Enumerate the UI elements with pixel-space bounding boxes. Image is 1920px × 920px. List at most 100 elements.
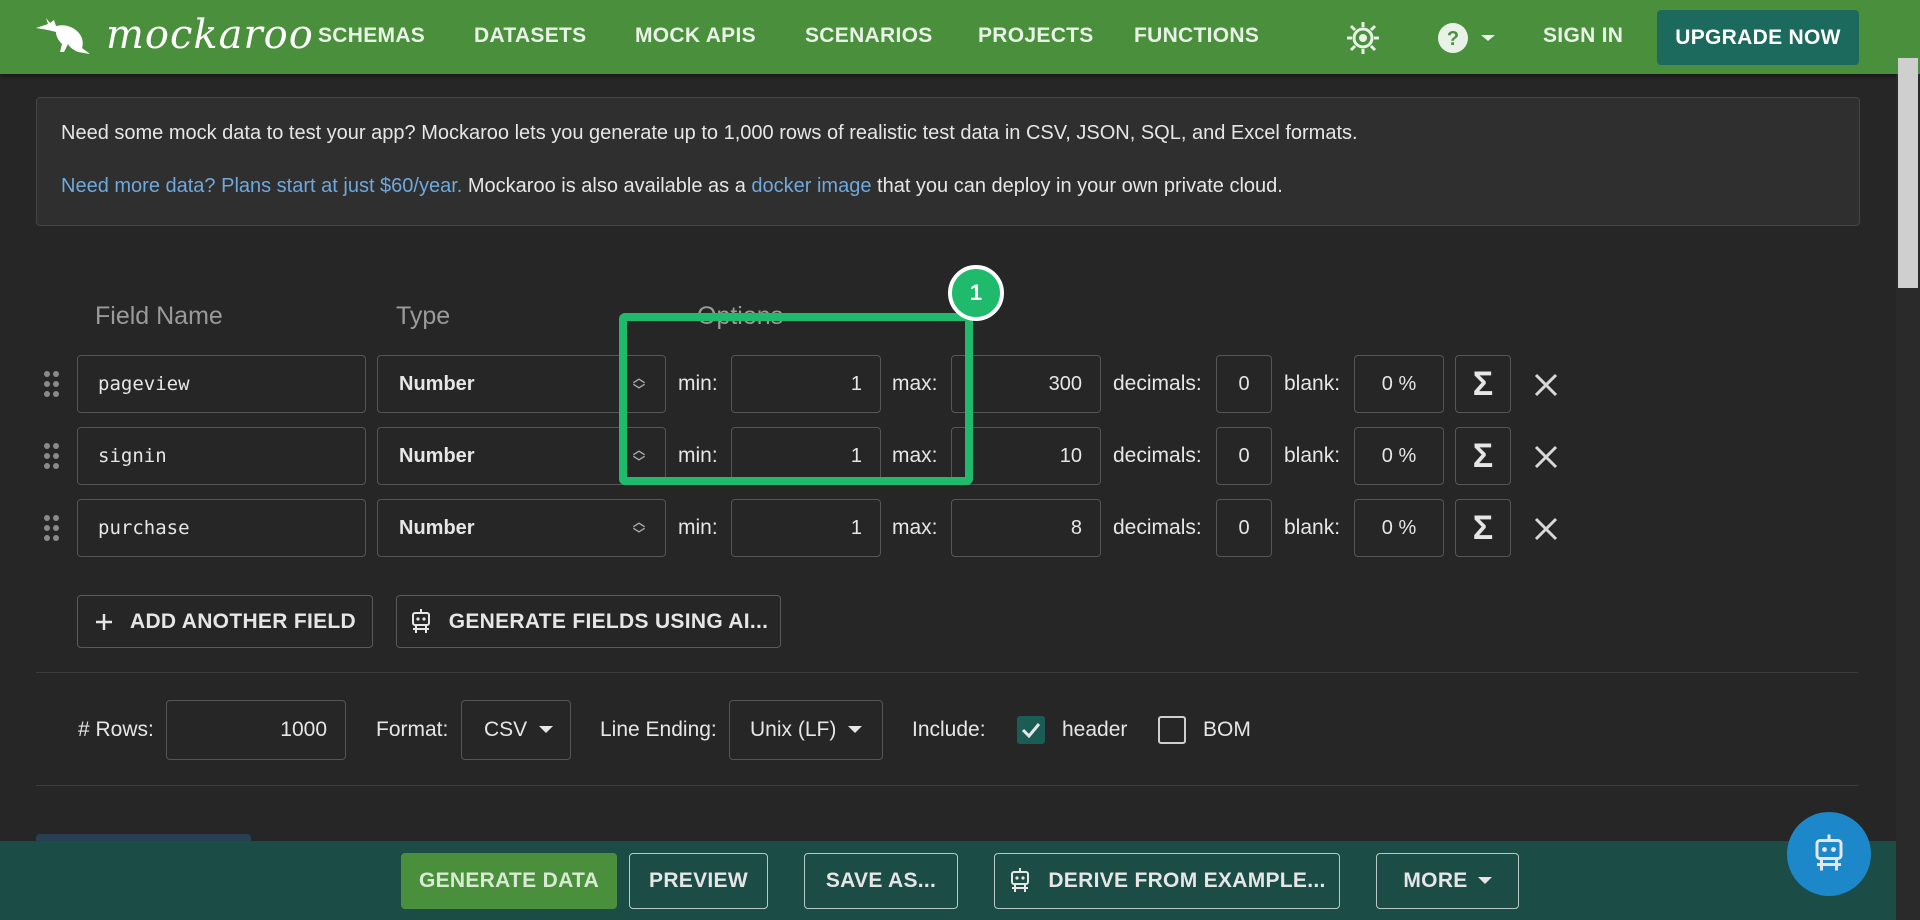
more-menu-button[interactable]: MORE bbox=[1376, 853, 1519, 909]
sign-in-link[interactable]: SIGN IN bbox=[1543, 24, 1623, 48]
drag-handle-icon[interactable] bbox=[44, 443, 62, 471]
more-label: MORE bbox=[1403, 869, 1468, 892]
remove-field-icon[interactable] bbox=[1531, 442, 1561, 472]
generate-fields-ai-button[interactable]: GENERATE FIELDS USING AI... bbox=[396, 595, 781, 648]
nav-projects[interactable]: PROJECTS bbox=[978, 24, 1094, 48]
help-menu[interactable]: ? bbox=[1437, 22, 1497, 54]
header-checkbox[interactable] bbox=[1017, 716, 1045, 744]
caret-down-icon bbox=[539, 726, 554, 733]
blank-input[interactable]: 0 % bbox=[1354, 499, 1444, 557]
plus-icon bbox=[96, 613, 112, 630]
scrollbar-thumb[interactable] bbox=[1898, 58, 1918, 288]
drag-handle-icon[interactable] bbox=[44, 515, 62, 543]
decimals-input[interactable]: 0 bbox=[1216, 427, 1272, 485]
kangaroo-icon bbox=[36, 18, 90, 54]
bom-checkbox[interactable] bbox=[1158, 716, 1186, 744]
nav-scenarios[interactable]: SCENARIOS bbox=[805, 24, 933, 48]
robot-icon bbox=[1011, 868, 1030, 892]
preview-button[interactable]: PREVIEW bbox=[629, 853, 768, 909]
rows-input[interactable]: 1000 bbox=[166, 700, 346, 760]
field-name-input[interactable]: signin bbox=[77, 427, 366, 485]
type-value: Number bbox=[399, 516, 475, 539]
info-text-2: Need more data? Plans start at just $60/… bbox=[61, 175, 1283, 198]
docker-image-link[interactable]: docker image bbox=[751, 175, 871, 197]
decimals-label: decimals: bbox=[1113, 372, 1202, 395]
info-panel: Need some mock data to test your app? Mo… bbox=[36, 97, 1860, 226]
caret-down-icon bbox=[848, 726, 863, 733]
line-ending-label: Line Ending: bbox=[600, 718, 717, 741]
generate-data-button[interactable]: GENERATE DATA bbox=[401, 853, 617, 909]
info-text-end: that you can deploy in your own private … bbox=[871, 175, 1283, 197]
robot-icon bbox=[1815, 834, 1843, 871]
step-badge: 1 bbox=[948, 265, 1004, 321]
format-value: CSV bbox=[484, 718, 528, 741]
min-label: min: bbox=[678, 516, 718, 539]
include-label: Include: bbox=[912, 718, 986, 741]
formula-button[interactable]: Σ bbox=[1455, 355, 1511, 413]
theme-toggle-icon[interactable] bbox=[1346, 21, 1380, 55]
sigma-icon: Σ bbox=[1472, 436, 1494, 475]
col-field-name: Field Name bbox=[95, 302, 223, 330]
help-icon: ? bbox=[1438, 23, 1468, 53]
upgrade-now-button[interactable]: UPGRADE NOW bbox=[1657, 10, 1859, 65]
blank-label: blank: bbox=[1284, 372, 1341, 395]
col-type: Type bbox=[396, 302, 451, 330]
nav-datasets[interactable]: DATASETS bbox=[474, 24, 586, 48]
nav-schemas[interactable]: SCHEMAS bbox=[318, 24, 425, 48]
blank-label: blank: bbox=[1284, 444, 1341, 467]
formula-button[interactable]: Σ bbox=[1455, 499, 1511, 557]
caret-down-icon bbox=[1477, 877, 1492, 884]
select-arrows-icon: ︿ ﹀ bbox=[632, 515, 645, 541]
add-field-label: ADD ANOTHER FIELD bbox=[130, 609, 356, 633]
pricing-link[interactable]: Need more data? Plans start at just $60/… bbox=[61, 175, 462, 197]
type-select[interactable]: Number ︿ ﹀ bbox=[377, 499, 666, 557]
line-ending-select[interactable]: Unix (LF) bbox=[729, 700, 883, 760]
svg-text:?: ? bbox=[1447, 28, 1459, 50]
bom-checkbox-label: BOM bbox=[1203, 718, 1251, 741]
ai-assistant-button[interactable] bbox=[1787, 812, 1871, 896]
type-value: Number bbox=[399, 444, 475, 467]
brand-name: mockaroo bbox=[106, 12, 314, 58]
type-value: Number bbox=[399, 372, 475, 395]
max-input[interactable]: 8 bbox=[951, 499, 1101, 557]
divider bbox=[36, 672, 1858, 673]
sigma-icon: Σ bbox=[1472, 364, 1494, 403]
decimals-input[interactable]: 0 bbox=[1216, 499, 1272, 557]
rows-label: # Rows: bbox=[78, 718, 154, 741]
drag-handle-icon[interactable] bbox=[44, 371, 62, 399]
chevron-down-icon bbox=[1481, 35, 1495, 41]
info-text: Need some mock data to test your app? Mo… bbox=[61, 122, 1358, 144]
blank-input[interactable]: 0 % bbox=[1354, 427, 1444, 485]
decimals-label: decimals: bbox=[1113, 516, 1202, 539]
divider bbox=[36, 785, 1858, 786]
derive-from-example-button[interactable]: DERIVE FROM EXAMPLE... bbox=[994, 853, 1340, 909]
line-ending-value: Unix (LF) bbox=[750, 718, 837, 741]
format-select[interactable]: CSV bbox=[461, 700, 571, 760]
sigma-icon: Σ bbox=[1472, 508, 1494, 547]
info-text-mid: Mockaroo is also available as a bbox=[462, 175, 752, 197]
header-checkbox-label: header bbox=[1062, 718, 1128, 741]
generate-ai-label: GENERATE FIELDS USING AI... bbox=[448, 609, 769, 633]
nav-mock-apis[interactable]: MOCK APIS bbox=[635, 24, 756, 48]
decimals-input[interactable]: 0 bbox=[1216, 355, 1272, 413]
formula-button[interactable]: Σ bbox=[1455, 427, 1511, 485]
derive-label: DERIVE FROM EXAMPLE... bbox=[1048, 869, 1326, 892]
max-input[interactable]: 10 bbox=[951, 427, 1101, 485]
checkmark-icon bbox=[1021, 723, 1041, 739]
remove-field-icon[interactable] bbox=[1531, 370, 1561, 400]
field-name-input[interactable]: pageview bbox=[77, 355, 366, 413]
decimals-label: decimals: bbox=[1113, 444, 1202, 467]
nav-functions[interactable]: FUNCTIONS bbox=[1134, 24, 1259, 48]
highlight-box bbox=[619, 313, 973, 485]
remove-field-icon[interactable] bbox=[1531, 514, 1561, 544]
max-label: max: bbox=[892, 516, 938, 539]
max-input[interactable]: 300 bbox=[951, 355, 1101, 413]
save-as-button[interactable]: SAVE AS... bbox=[804, 853, 958, 909]
add-another-field-button[interactable]: ADD ANOTHER FIELD bbox=[77, 595, 373, 648]
blank-input[interactable]: 0 % bbox=[1354, 355, 1444, 413]
blank-label: blank: bbox=[1284, 516, 1341, 539]
min-input[interactable]: 1 bbox=[731, 499, 881, 557]
brand-logo[interactable]: mockaroo bbox=[34, 14, 314, 56]
field-name-input[interactable]: purchase bbox=[77, 499, 366, 557]
format-label: Format: bbox=[376, 718, 449, 741]
